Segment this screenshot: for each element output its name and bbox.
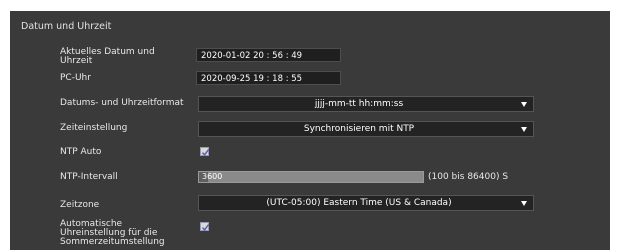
pc-clock-label: PC-Uhr bbox=[60, 73, 91, 83]
chevron-down-icon bbox=[521, 127, 527, 132]
date-time-panel: Datum und Uhrzeit Aktuelles Datum und Uh… bbox=[10, 11, 610, 250]
timezone-label: Zeitzone bbox=[60, 200, 100, 210]
ntp-interval-range: (100 bis 86400) S bbox=[428, 172, 509, 182]
time-setting-selected: Synchronisieren mit NTP bbox=[303, 124, 415, 134]
ntp-auto-label: NTP Auto bbox=[60, 147, 102, 157]
datetime-format-select[interactable]: jjjj-mm-tt hh:mm:ss bbox=[198, 96, 534, 112]
current-datetime-value: 2020-01-02 20 : 56 : 49 bbox=[196, 48, 341, 62]
section-title: Datum und Uhrzeit bbox=[21, 21, 112, 32]
auto-dst-label: Automatische Uhreinstellung für die Somm… bbox=[60, 219, 165, 247]
checkmark-icon bbox=[201, 149, 210, 156]
ntp-interval-slider[interactable]: 3600 bbox=[198, 171, 424, 183]
chevron-down-icon bbox=[521, 201, 527, 206]
ntp-interval-label: NTP-Intervall bbox=[60, 172, 118, 182]
time-setting-label: Zeiteinstellung bbox=[60, 123, 128, 133]
datetime-format-label: Datums- und Uhrzeitformat bbox=[60, 98, 184, 108]
chevron-down-icon bbox=[521, 102, 527, 107]
current-datetime-label: Aktuelles Datum und Uhrzeit bbox=[60, 47, 155, 66]
checkmark-icon bbox=[201, 224, 210, 231]
timezone-select[interactable]: (UTC-05:00) Eastern Time (US & Canada) bbox=[198, 195, 534, 211]
ntp-auto-checkbox[interactable] bbox=[200, 147, 210, 156]
auto-dst-checkbox[interactable] bbox=[200, 222, 210, 231]
ntp-interval-value: 3600 bbox=[202, 172, 223, 181]
time-setting-select[interactable]: Synchronisieren mit NTP bbox=[198, 121, 534, 137]
datetime-format-selected: jjjj-mm-tt hh:mm:ss bbox=[314, 99, 404, 109]
timezone-selected: (UTC-05:00) Eastern Time (US & Canada) bbox=[266, 198, 452, 208]
pc-clock-value: 2020-09-25 19 : 18 : 55 bbox=[196, 71, 341, 85]
